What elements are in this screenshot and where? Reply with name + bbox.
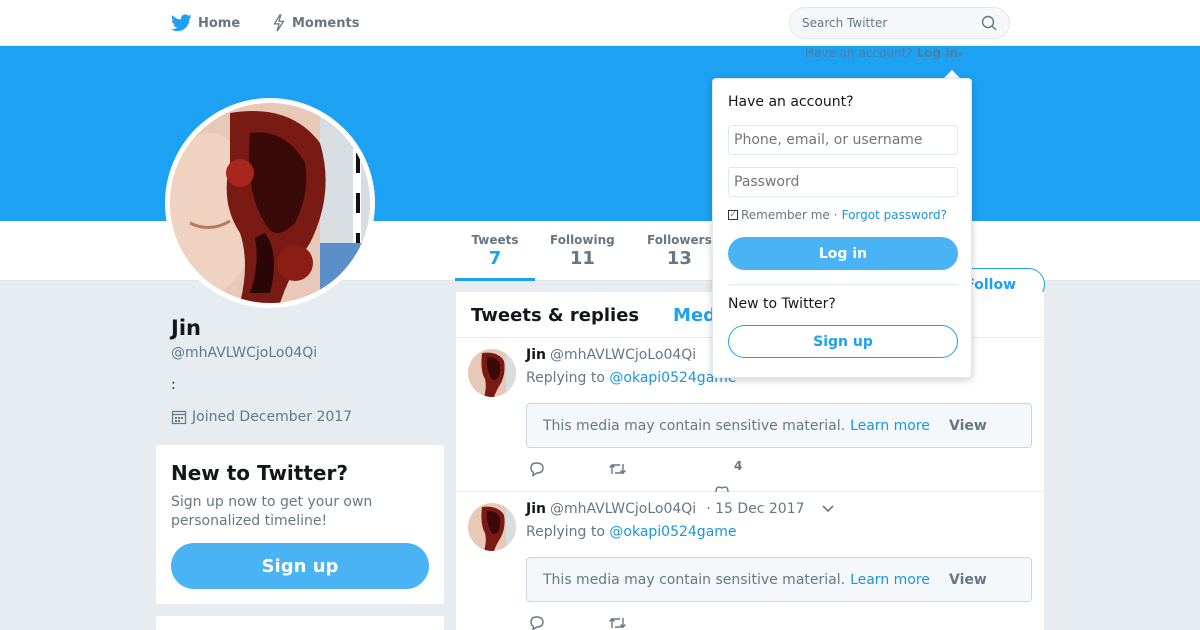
login-button[interactable]: Log in <box>728 237 958 270</box>
learn-more-link[interactable]: Learn more <box>850 418 930 434</box>
nav-home[interactable]: Home <box>171 0 240 46</box>
chevron-down-icon[interactable] <box>821 504 835 514</box>
stat-tweets[interactable]: Tweets 7 <box>470 233 520 269</box>
sensitive-text: This media may contain sensitive materia… <box>543 417 846 434</box>
retweet-action[interactable] <box>608 462 688 476</box>
username-field[interactable] <box>728 125 958 155</box>
heart-icon[interactable] <box>714 484 730 492</box>
have-account-text: Have an account? <box>805 46 913 60</box>
view-media-button[interactable]: View <box>949 572 987 588</box>
like-count: 4 <box>734 459 743 473</box>
calendar-icon <box>171 410 187 425</box>
tweet[interactable]: Jin @mhAVLWCjoLo04Qi · 15 Dec 2017 Reply… <box>456 492 1044 630</box>
stat-value: 11 <box>569 248 595 269</box>
view-media-button[interactable]: View <box>949 418 987 434</box>
replying-to: Replying to @okapi0524game <box>526 524 737 540</box>
stat-followers[interactable]: Followers 13 <box>647 233 712 269</box>
nav-moments-label: Moments <box>292 15 360 31</box>
replying-to-prefix: Replying to <box>526 370 605 386</box>
tweet-actions: 4 <box>528 459 768 477</box>
replying-to: Replying to @okapi0524game <box>526 370 737 386</box>
signup-button[interactable]: Sign up <box>171 543 429 589</box>
remember-me-row: ✓ Remember me · Forgot password? <box>728 208 947 222</box>
sensitive-text: This media may contain sensitive materia… <box>543 571 846 588</box>
replying-to-prefix: Replying to <box>526 524 605 540</box>
tweet-author-name[interactable]: Jin <box>526 347 546 363</box>
avatar[interactable] <box>170 103 370 303</box>
remember-me-checkbox[interactable]: ✓ <box>728 210 738 220</box>
password-field[interactable] <box>728 167 958 197</box>
search-icon[interactable] <box>981 15 997 31</box>
tweet-author-handle[interactable]: @mhAVLWCjoLo04Qi <box>550 501 696 517</box>
reply-icon[interactable] <box>528 615 545 630</box>
profile-handle[interactable]: @mhAVLWCjoLo04Qi <box>171 345 317 361</box>
remember-me-label[interactable]: Remember me <box>741 208 830 222</box>
profile-avatar-frame <box>165 98 375 308</box>
signup-card: New to Twitter? Sign up now to get your … <box>156 445 444 604</box>
sidebar-card <box>156 616 444 630</box>
stat-value: 7 <box>488 248 502 269</box>
signup-card-title: New to Twitter? <box>171 461 348 485</box>
search-input[interactable]: Search Twitter <box>789 7 1010 39</box>
reply-icon[interactable] <box>528 461 545 477</box>
lightning-icon <box>273 14 285 32</box>
reply-action[interactable] <box>528 461 608 477</box>
profile-name[interactable]: Jin <box>171 316 201 340</box>
retweet-action[interactable] <box>608 616 688 630</box>
stat-label: Following <box>550 233 615 247</box>
profile-bio: : <box>171 377 176 393</box>
tweet-actions <box>528 615 688 630</box>
tweet-avatar[interactable] <box>468 349 516 397</box>
sensitive-media-notice: This media may contain sensitive materia… <box>526 557 1032 602</box>
login-toggle[interactable]: Log in <box>917 46 958 60</box>
stat-value: 13 <box>666 248 692 269</box>
nav-moments[interactable]: Moments <box>272 0 359 46</box>
joined-text: Joined December 2017 <box>192 409 353 425</box>
tweet-author-handle[interactable]: @mhAVLWCjoLo04Qi <box>550 347 696 363</box>
login-dropdown: Have an account? ✓ Remember me · Forgot … <box>712 78 972 378</box>
learn-more-link[interactable]: Learn more <box>850 572 930 588</box>
forgot-password-link[interactable]: Forgot password? <box>842 208 947 222</box>
tweet-date[interactable]: · 15 Dec 2017 <box>706 501 804 517</box>
reply-action[interactable] <box>528 615 608 630</box>
tweet-avatar[interactable] <box>468 503 516 551</box>
nav-home-label: Home <box>198 15 241 31</box>
retweet-icon[interactable] <box>608 462 627 476</box>
tweet-header: Jin @mhAVLWCjoLo04Qi · 15 Dec 2017 <box>526 501 835 517</box>
tab-tweets-replies[interactable]: Tweets & replies <box>471 305 639 326</box>
retweet-icon[interactable] <box>608 616 627 630</box>
stat-label: Followers <box>647 233 712 247</box>
top-navigation: Home Moments Search Twitter <box>0 0 1200 46</box>
tweet-header: Jin @mhAVLWCjoLo04Qi <box>526 347 706 363</box>
dropdown-signup-button[interactable]: Sign up <box>728 325 958 358</box>
stat-following[interactable]: Following 11 <box>550 233 615 269</box>
tweet-author-name[interactable]: Jin <box>526 501 546 517</box>
sensitive-media-notice: This media may contain sensitive materia… <box>526 403 1032 448</box>
login-dropdown-title: Have an account? <box>728 94 854 110</box>
signup-card-text: Sign up now to get your own personalized… <box>171 494 373 529</box>
active-tab-indicator <box>455 278 535 281</box>
caret-down-icon[interactable]: ▾ <box>958 50 963 60</box>
separator: · <box>833 208 838 222</box>
have-account-prompt: Have an account? Log in▾ <box>805 46 962 60</box>
new-to-twitter-text: New to Twitter? <box>728 296 836 312</box>
like-action[interactable]: 4 <box>688 459 768 473</box>
twitter-bird-icon <box>171 14 192 32</box>
profile-joined-date: Joined December 2017 <box>171 409 352 425</box>
replying-to-link[interactable]: @okapi0524game <box>609 524 736 540</box>
divider <box>728 284 958 285</box>
search-placeholder: Search Twitter <box>802 16 888 30</box>
stat-label: Tweets <box>471 233 519 247</box>
